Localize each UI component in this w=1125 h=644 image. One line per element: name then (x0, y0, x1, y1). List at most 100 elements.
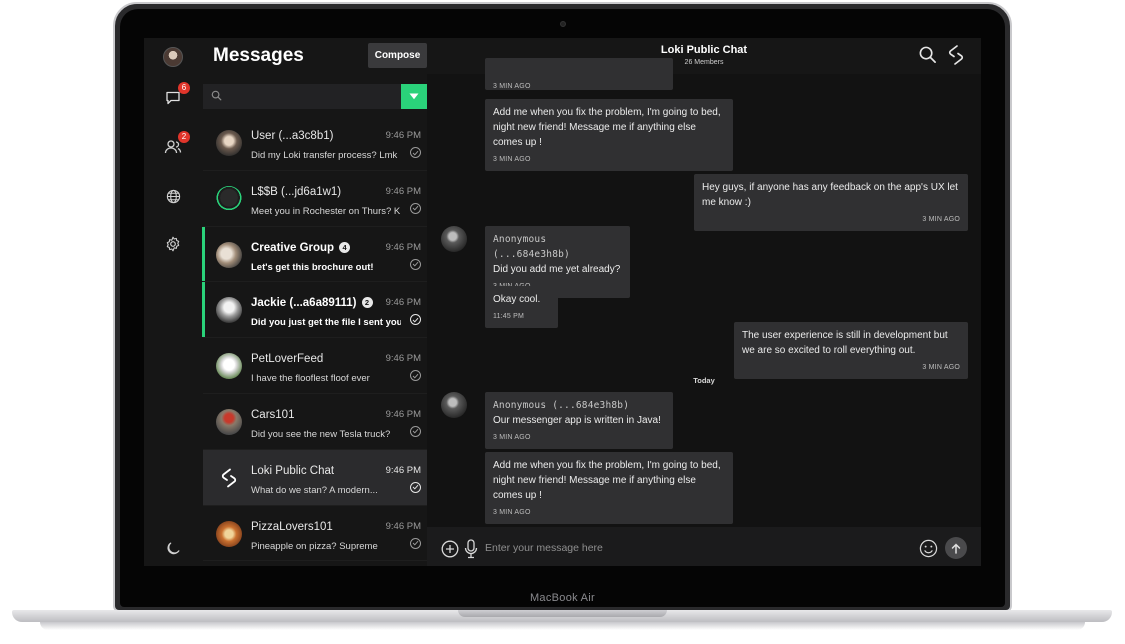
device-label: MacBook Air (529, 592, 596, 604)
conversation-snippet: Let's get this brochure out! (251, 261, 374, 273)
filter-dropdown-button[interactable] (401, 84, 427, 109)
conversation-name: L$$B (...jd6a1w1) (251, 185, 342, 198)
nav-contacts[interactable]: 2 (161, 131, 190, 159)
message-text: Add me when you fix the problem, I'm goi… (493, 107, 721, 148)
nav-public-chats[interactable] (161, 184, 185, 208)
loki-logo-icon[interactable] (946, 44, 966, 66)
message-input[interactable] (485, 540, 865, 556)
message-time: 3 MIN AGO (922, 364, 960, 371)
conversation-time: 9:46 PM (385, 408, 421, 420)
read-check-icon (410, 147, 421, 158)
search-icon[interactable] (918, 45, 937, 64)
message-time: 3 MIN AGO (493, 156, 531, 163)
conversation-item[interactable]: Loki Public Chat 9:46 PM What do we stan… (203, 449, 427, 506)
conversation-snippet: Meet you in Rochester on Thurs? K (251, 205, 401, 217)
add-attachment-icon[interactable] (441, 540, 459, 558)
message-sender: Anonymous (...684e3h8b) (493, 400, 630, 411)
conversation-item[interactable]: User (...a3c8b1) 9:46 PM Did my Loki tra… (203, 115, 427, 171)
gear-icon (166, 236, 180, 252)
message-bubble-incoming: Add me when you fix the problem, I'm goi… (485, 99, 733, 171)
compose-button[interactable]: Compose (368, 43, 427, 68)
conversation-name: Cars101 (251, 408, 295, 421)
message-time: 3 MIN AGO (922, 216, 960, 223)
search-bar (203, 84, 427, 109)
nav-settings[interactable] (161, 232, 185, 256)
conversation-name: Jackie (...a6a89111) 2 (251, 297, 373, 309)
read-check-icon (410, 314, 421, 326)
emoji-icon[interactable] (919, 539, 938, 558)
conversation-time: 9:46 PM (385, 297, 421, 309)
message-text: Hey guys, if anyone has any feedback on … (702, 182, 958, 208)
conversation-avatar (216, 130, 242, 156)
conversation-time: 9:46 PM (385, 130, 421, 141)
conversation-time: 9:46 PM (385, 241, 421, 253)
conversation-item[interactable]: L$$B (...jd6a1w1) 9:46 PM Meet you in Ro… (203, 171, 427, 227)
sender-avatar[interactable] (441, 226, 467, 252)
panel-title: Messages (213, 45, 304, 66)
arrow-up-icon (951, 542, 961, 554)
sender-avatar[interactable] (441, 392, 467, 418)
read-check-icon (410, 537, 421, 549)
profile-avatar[interactable] (163, 47, 183, 67)
conversation-item[interactable]: PizzaLovers101 9:46 PM Pineapple on pizz… (203, 506, 427, 562)
message-sender: Anonymous (...684e3h8b) (493, 234, 570, 260)
theme-toggle[interactable] (161, 536, 185, 560)
day-divider: Today (693, 376, 715, 385)
conversation-time: 9:46 PM (385, 464, 421, 476)
chat-pane: Loki Public Chat 26 Members 3 MIN AGO Ad… (427, 38, 981, 566)
message-time: 11:45 PM (493, 313, 525, 320)
read-check-icon (410, 258, 421, 270)
read-check-icon (410, 370, 421, 382)
conversation-time: 9:46 PM (385, 353, 421, 365)
moon-icon (166, 542, 179, 554)
conversation-snippet: Did you see the new Tesla truck? (251, 428, 391, 440)
message-text: Did you add me yet already? (493, 264, 621, 275)
read-check-icon (410, 425, 421, 437)
message-bubble-incoming: Okay cool. 11:45 PM (485, 286, 558, 328)
conversation-avatar (216, 241, 242, 268)
messages-badge: 6 (178, 82, 190, 94)
conversation-name: Loki Public Chat (251, 464, 335, 477)
chat-bubble-icon (166, 91, 180, 105)
read-check-icon (410, 202, 421, 214)
globe-icon (166, 189, 180, 203)
webcam (560, 21, 566, 27)
conversation-item[interactable]: Cars101 9:46 PM Did you see the new Tesl… (203, 394, 427, 450)
message-text: Add me when you fix the problem, I'm goi… (493, 460, 721, 501)
conversation-name: Creative Group 4 (251, 241, 351, 254)
conversation-item[interactable]: PetLoverFeed 9:46 PM I have the floofles… (203, 338, 427, 394)
conversation-avatar (216, 408, 242, 435)
app-screen: 6 2 Messages Compose User (...a3c8b1) 9:… (144, 38, 981, 566)
laptop-base-notch (458, 610, 667, 617)
conversation-snippet: Did my Loki transfer process? Lmk (251, 150, 398, 161)
message-time: 3 MIN AGO (493, 509, 531, 516)
message-text: Our messenger app is written in Java! (493, 415, 661, 426)
send-button[interactable] (945, 537, 967, 559)
chat-title: Loki Public Chat (660, 44, 748, 56)
message-bubble-incoming: Anonymous (...684e3h8b) Our messenger ap… (485, 392, 673, 449)
conversation-item[interactable]: Creative Group 4 9:46 PM Let's get this b… (202, 226, 427, 283)
conversation-snippet: Did you just get the file I sent you? (251, 317, 401, 329)
conversation-avatar (216, 297, 242, 324)
message-bubble-incoming: Add me when you fix the problem, I'm goi… (485, 452, 733, 524)
nav-messages[interactable]: 6 (161, 82, 190, 110)
caret-down-icon (409, 93, 419, 100)
message-bubble-outgoing: Hey guys, if anyone has any feedback on … (694, 174, 968, 231)
message-text: Okay cool. (493, 294, 541, 305)
unread-count-badge: 4 (339, 241, 351, 253)
search-icon (211, 90, 222, 101)
message-time: 3 MIN AGO (493, 83, 531, 90)
message-time: 3 MIN AGO (493, 434, 531, 441)
contacts-badge: 2 (178, 131, 190, 143)
conversation-snippet: What do we stan? A modern... (251, 484, 378, 496)
unread-count-badge: 2 (361, 297, 373, 309)
loki-logo-icon (216, 465, 242, 491)
conversation-name: User (...a3c8b1) (251, 130, 334, 142)
conversation-item[interactable]: Jackie (...a6a89111) 2 9:46 PM Did you ju… (202, 282, 427, 339)
message-bubble-outgoing: The user experience is still in developm… (734, 322, 968, 379)
microphone-icon[interactable] (464, 539, 478, 559)
search-input[interactable] (227, 88, 387, 105)
conversation-avatar (216, 353, 242, 380)
conversation-time: 9:46 PM (385, 520, 421, 532)
nav-rail: 6 2 (144, 38, 203, 566)
